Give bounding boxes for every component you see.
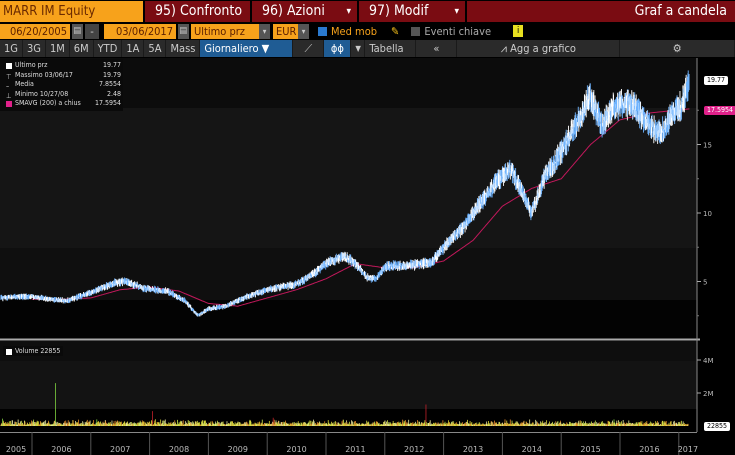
last-price-tag: 19.77 [704,76,729,85]
legend-item: Ultimo prz 19.77 [2,61,121,71]
volume-legend: Volume 22855 [3,346,64,356]
band [0,108,697,248]
legend-swatch [6,349,12,355]
ma-value-tag: 17.5954 [704,106,735,115]
legend-label: Ultimo prz [15,61,48,69]
legend-value: 17.5954 [94,99,121,107]
legend-label: Media [15,80,34,88]
band [0,361,697,409]
x-tick-label: 2010 [286,445,306,454]
y-tick-label: 5 [703,279,707,287]
volume-tick-label: 2M [703,390,714,398]
high-icon: ⊤ [6,72,12,81]
low-icon: ⊥ [6,91,12,100]
x-tick-label: 2012 [404,445,424,454]
legend-value: 19.79 [102,70,121,79]
x-tick-label: 2015 [580,445,600,454]
x-tick-label: 2007 [110,445,130,454]
band [0,300,697,338]
legend-swatch [6,63,12,69]
volume-tag: 22855 [704,422,731,431]
x-tick-label: 2013 [463,445,483,454]
legend-item: SMAVG (200) a chius 17.5954 [2,99,121,109]
volume-tick-label: 4M [703,357,714,365]
legend-value: 19.77 [102,61,121,69]
y-tick-label: 15 [703,142,712,150]
x-tick-label: 2005 [6,445,26,454]
x-tick-label: 2016 [639,445,659,454]
legend-label: SMAVG (200) a chius [15,99,81,107]
x-tick-label: 2006 [51,445,71,454]
y-tick-label: 10 [703,210,712,218]
x-tick-label: 2011 [345,445,365,454]
legend-label: Minimo 10/27/08 [15,89,69,98]
x-tick-label: 2017 [678,445,698,454]
legend-item: ⊥ Minimo 10/27/08 2.48 [2,90,121,100]
x-tick-label: 2014 [522,445,542,454]
legend-value: 2.48 [106,89,121,98]
band [0,341,697,361]
legend-item: ⊤ Massimo 03/06/17 19.79 [2,71,121,81]
legend-label: Massimo 03/06/17 [15,70,73,79]
legend-swatch [6,101,12,107]
legend-value: 7.8554 [98,80,121,88]
legend-item: – Media 7.8554 [2,80,121,90]
price-legend: Ultimo prz 19.77 ⊤ Massimo 03/06/17 19.79 –… [0,59,123,111]
volume-legend-label: Volume 22855 [15,347,61,355]
average-icon: – [6,82,10,90]
x-tick-label: 2008 [169,445,189,454]
x-tick-label: 2009 [228,445,248,454]
